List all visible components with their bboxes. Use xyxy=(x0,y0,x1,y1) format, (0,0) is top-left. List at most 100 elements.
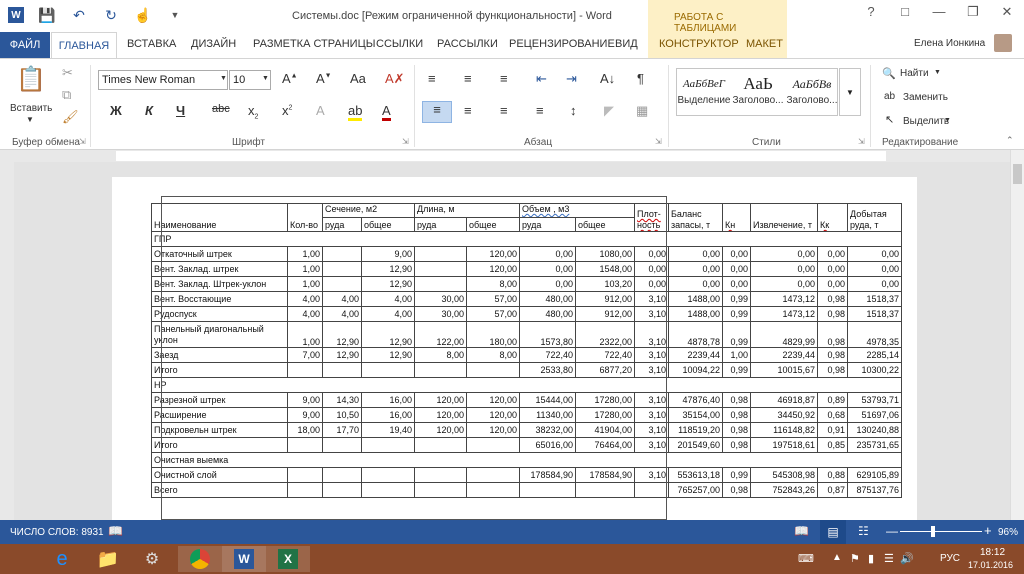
value-cell[interactable]: 0,00 xyxy=(668,261,723,277)
value-cell[interactable]: 38232,00 xyxy=(519,422,576,438)
shrink-font-icon[interactable]: A▼ xyxy=(316,71,332,86)
tab-view[interactable]: ВИД xyxy=(615,38,638,50)
value-cell[interactable]: 3,10 xyxy=(634,437,669,453)
select-icon[interactable]: ↖ xyxy=(885,113,894,126)
value-cell[interactable]: 16,00 xyxy=(361,392,415,408)
value-cell[interactable] xyxy=(322,276,362,292)
table-row[interactable]: Вент. Заклад. штрек 1,00 12,90 120,00 0,00 15… xyxy=(151,261,902,277)
value-cell[interactable]: 3,10 xyxy=(634,467,669,483)
value-cell[interactable]: 1518,37 xyxy=(847,306,902,322)
value-cell[interactable]: 752843,26 xyxy=(750,482,818,498)
value-cell[interactable] xyxy=(322,437,362,453)
header-cell[interactable]: Наименование xyxy=(151,203,288,232)
table-row[interactable]: Рудоспуск 4,00 4,00 4,00 30,00 57,00 480,00 912… xyxy=(151,306,902,322)
battery-icon[interactable]: ▮ xyxy=(868,552,874,565)
header-cell[interactable]: Извлечение, т xyxy=(750,203,818,232)
superscript-icon[interactable]: x2 xyxy=(282,103,292,118)
value-cell[interactable]: 17,70 xyxy=(322,422,362,438)
value-cell[interactable]: 912,00 xyxy=(575,291,635,307)
table-row[interactable]: ГПР xyxy=(151,231,902,247)
value-cell[interactable]: 1488,00 xyxy=(668,306,723,322)
value-cell[interactable]: 553613,18 xyxy=(668,467,723,483)
value-cell[interactable]: 47876,40 xyxy=(668,392,723,408)
value-cell[interactable]: 17280,00 xyxy=(575,392,635,408)
table-row[interactable]: Расширение 9,00 10,50 16,00 120,00 120,00 1134… xyxy=(151,407,902,423)
value-cell[interactable] xyxy=(414,437,467,453)
header-cell[interactable]: Кн xyxy=(722,203,751,232)
value-cell[interactable]: 0,00 xyxy=(750,261,818,277)
redo-icon[interactable]: ↻ xyxy=(102,6,120,24)
clear-formatting-icon[interactable]: A✗ xyxy=(385,71,405,87)
value-cell[interactable]: 178584,90 xyxy=(575,467,635,483)
avatar[interactable] xyxy=(994,34,1012,52)
value-cell[interactable]: 201549,60 xyxy=(668,437,723,453)
tab-home[interactable]: ГЛАВНАЯ xyxy=(51,32,117,59)
subheader-cell[interactable]: общее xyxy=(466,217,520,232)
value-cell[interactable]: 0,00 xyxy=(519,246,576,262)
value-cell[interactable]: 0,00 xyxy=(668,246,723,262)
value-cell[interactable] xyxy=(322,261,362,277)
value-cell[interactable]: 3,10 xyxy=(634,291,669,307)
table-row[interactable]: Заезд 7,00 12,90 12,90 8,00 8,00 722,40 722,40 3… xyxy=(151,347,902,363)
excel-taskbar-icon[interactable]: X xyxy=(266,546,310,572)
row-label-cell[interactable]: Всего xyxy=(151,482,288,498)
row-label-cell[interactable]: Заезд xyxy=(151,347,288,363)
undo-icon[interactable]: ↶ xyxy=(70,6,88,24)
value-cell[interactable]: 9,00 xyxy=(287,407,323,423)
value-cell[interactable]: 0,00 xyxy=(634,246,669,262)
value-cell[interactable]: 8,00 xyxy=(414,347,467,363)
row-label-cell[interactable]: Вент. Восстающие xyxy=(151,291,288,307)
value-cell[interactable]: 0,00 xyxy=(722,246,751,262)
value-cell[interactable] xyxy=(634,482,669,498)
web-layout-icon[interactable]: ☷ xyxy=(858,524,869,538)
value-cell[interactable]: 0,00 xyxy=(817,276,848,292)
value-cell[interactable]: 4878,78 xyxy=(668,321,723,348)
tab-layout[interactable]: РАЗМЕТКА СТРАНИЦЫ xyxy=(253,38,375,50)
paste-button[interactable]: Вставить xyxy=(10,103,52,114)
row-label-cell[interactable]: Расширение xyxy=(151,407,288,423)
value-cell[interactable]: 3,10 xyxy=(634,362,669,378)
value-cell[interactable]: 4,00 xyxy=(287,306,323,322)
tab-mailings[interactable]: РАССЫЛКИ xyxy=(437,38,498,50)
value-cell[interactable]: 722,40 xyxy=(519,347,576,363)
value-cell[interactable] xyxy=(414,362,467,378)
row-label-cell[interactable]: Итого xyxy=(151,362,288,378)
chrome-icon[interactable] xyxy=(178,546,222,572)
value-cell[interactable]: 116148,82 xyxy=(750,422,818,438)
value-cell[interactable]: 0,98 xyxy=(817,306,848,322)
clipboard-launcher-icon[interactable]: ⇲ xyxy=(79,137,86,146)
value-cell[interactable]: 12,90 xyxy=(361,321,415,348)
value-cell[interactable]: 178584,90 xyxy=(519,467,576,483)
value-cell[interactable]: 4978,35 xyxy=(847,321,902,348)
touch-mode-icon[interactable]: ☝ xyxy=(134,6,152,24)
value-cell[interactable]: 0,85 xyxy=(817,437,848,453)
select-dropdown-icon[interactable]: ▼ xyxy=(944,117,951,124)
value-cell[interactable]: 9,00 xyxy=(361,246,415,262)
value-cell[interactable]: 34450,92 xyxy=(750,407,818,423)
value-cell[interactable]: 0,00 xyxy=(847,276,902,292)
volume-icon[interactable]: 🔊 xyxy=(900,552,914,565)
value-cell[interactable] xyxy=(287,467,323,483)
network-icon[interactable]: ☰ xyxy=(884,552,894,565)
minimize-button[interactable]: — xyxy=(922,4,956,20)
value-cell[interactable] xyxy=(466,482,520,498)
word-count[interactable]: ЧИСЛО СЛОВ: 8931 xyxy=(10,527,104,538)
subheader-cell[interactable]: руда xyxy=(519,217,576,232)
font-launcher-icon[interactable]: ⇲ xyxy=(402,137,409,146)
replace-button[interactable]: Заменить xyxy=(903,92,948,103)
language-indicator[interactable]: РУС xyxy=(940,553,960,564)
tab-constructor[interactable]: КОНСТРУКТОР xyxy=(659,38,739,50)
style-heading1[interactable]: АаЬ Заголово... xyxy=(731,73,785,106)
value-cell[interactable]: 1518,37 xyxy=(847,291,902,307)
value-cell[interactable]: 8,00 xyxy=(466,347,520,363)
value-cell[interactable]: 4,00 xyxy=(361,291,415,307)
row-label-cell[interactable]: Разрезной штрек xyxy=(151,392,288,408)
value-cell[interactable] xyxy=(466,437,520,453)
copy-icon[interactable]: ⧉ xyxy=(62,87,71,103)
italic-icon[interactable]: К xyxy=(145,103,153,118)
subheader-cell[interactable]: руда xyxy=(414,217,467,232)
value-cell[interactable] xyxy=(361,362,415,378)
collapse-ribbon-icon[interactable]: ⌃ xyxy=(1006,135,1014,146)
value-cell[interactable]: 1548,00 xyxy=(575,261,635,277)
value-cell[interactable]: 2285,14 xyxy=(847,347,902,363)
